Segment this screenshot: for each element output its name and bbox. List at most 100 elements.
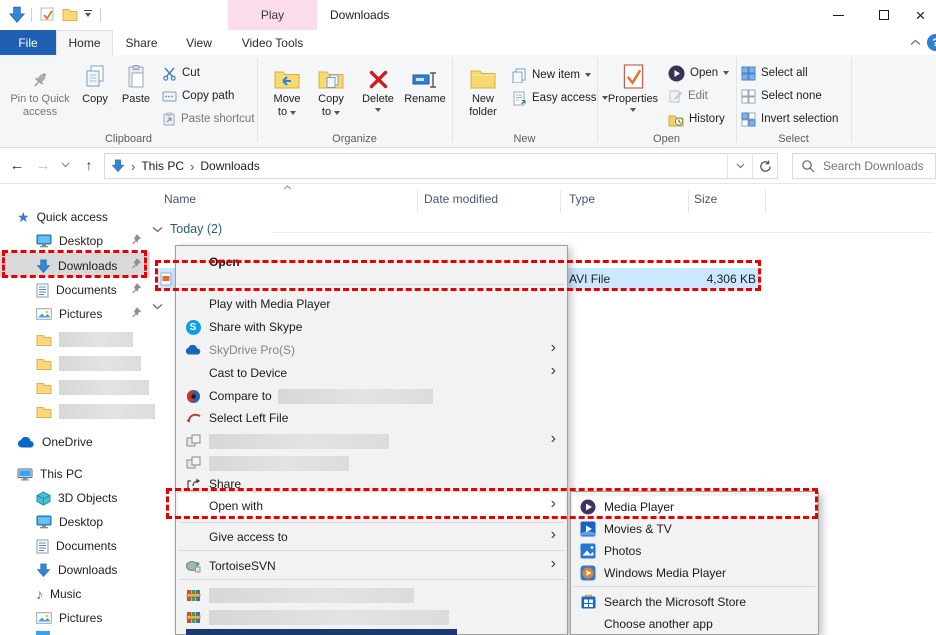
submenu-item-choose-another-app[interactable]: Choose another app [573,613,816,634]
history-icon [668,112,684,127]
open-button[interactable]: Open [668,63,730,83]
qat-customize-button[interactable] [84,10,92,18]
column-header-type[interactable]: Type [569,192,595,206]
sidebar-item-pictures[interactable]: Pictures [36,303,102,325]
menu-item-give-access-to[interactable]: Give access to › [178,526,565,548]
sidebar-item-pc-documents[interactable]: Documents [36,535,117,557]
address-dropdown-chevron-icon[interactable] [727,154,752,178]
column-header-size[interactable]: Size [694,192,717,206]
select-none-button[interactable]: Select none [741,86,822,106]
refresh-icon[interactable] [752,154,777,178]
paste-button[interactable]: Paste [116,60,156,106]
menu-item-redacted[interactable] [178,584,565,606]
sidebar-item-redacted[interactable] [36,328,133,350]
new-item-button[interactable]: New item [512,65,591,85]
cut-button[interactable]: Cut [162,63,200,83]
back-button[interactable]: ← [4,152,30,178]
submenu-item-photos[interactable]: Photos [573,540,816,561]
menu-item-skydrive-pro[interactable]: SkyDrive Pro(S) › [178,339,565,361]
sidebar-item-pc-desktop[interactable]: Desktop [36,511,103,533]
group-header-today[interactable]: Today (2) [170,222,222,236]
copy-path-button[interactable]: Copy path [162,86,234,106]
menu-item-share-with-skype[interactable]: S Share with Skype [178,316,565,338]
easy-access-button[interactable]: Easy access [512,88,608,108]
column-header-name[interactable]: Name [164,192,196,206]
group-label-select: Select [778,133,809,145]
menu-item-open[interactable]: Open [178,251,565,273]
sidebar-item-quick-access[interactable]: ★ Quick access [17,206,108,228]
menu-item-cast-to-device[interactable]: Cast to Device › [178,362,565,384]
submenu-item-media-player[interactable]: Media Player [573,496,816,517]
rename-icon [412,60,439,90]
up-button[interactable]: ↑ [76,152,102,178]
submenu-item-windows-media-player[interactable]: Windows Media Player [573,562,816,583]
menu-item-select-left-file[interactable]: Select Left File [178,407,565,429]
paste-shortcut-button[interactable]: Paste shortcut [162,109,255,129]
breadcrumb-this-pc[interactable]: This PC [141,159,184,173]
sidebar-item-redacted[interactable] [36,400,155,422]
menu-item-compare-to[interactable]: Compare to [178,385,565,407]
properties-button[interactable]: Properties [604,60,662,113]
maximize-button[interactable] [862,0,906,30]
copy-button[interactable]: Copy [76,60,114,106]
column-header-date-modified[interactable]: Date modified [424,192,498,206]
column-separator[interactable] [765,190,766,213]
column-separator[interactable] [417,190,418,213]
minimize-button[interactable] [816,0,860,30]
recent-locations-chevron-icon[interactable] [56,152,74,178]
collapse-ribbon-chevron-icon[interactable] [910,39,921,46]
history-button[interactable]: History [668,109,725,129]
tab-home[interactable]: Home [56,30,113,55]
sidebar-item-desktop[interactable]: Desktop [36,230,103,252]
copy-to-button[interactable]: Copy to [310,60,352,119]
menu-item-redacted[interactable] [178,452,565,474]
sidebar-item-pc-downloads[interactable]: Downloads [36,559,117,581]
forward-button[interactable]: → [30,152,56,178]
tab-video-tools[interactable]: Video Tools [228,30,317,55]
submenu-item-movies-tv[interactable]: Movies & TV [573,518,816,539]
delete-button[interactable]: Delete [356,60,400,113]
close-button[interactable]: × [905,0,936,30]
search-box[interactable] [792,153,936,179]
new-folder-button[interactable]: New folder [460,60,506,119]
qat-newfolder-button[interactable] [62,7,78,21]
sidebar-item-this-pc[interactable]: This PC [17,463,83,485]
search-input[interactable] [823,159,923,173]
group-collapse-chevron-icon[interactable] [152,226,163,233]
tab-file[interactable]: File [0,30,56,55]
rename-button[interactable]: Rename [400,60,450,106]
group-collapse-chevron-icon[interactable] [152,303,163,310]
delete-caret-icon [375,108,381,113]
qat-properties-button[interactable] [40,7,55,22]
open-caret-icon [723,71,730,75]
breadcrumb-downloads[interactable]: Downloads [200,159,259,173]
address-box[interactable]: › This PC › Downloads [104,153,778,179]
column-separator[interactable] [688,190,689,213]
tab-share[interactable]: Share [113,30,170,55]
sidebar-item-onedrive[interactable]: OneDrive [17,431,93,453]
submenu-item-search-microsoft-store[interactable]: Search the Microsoft Store [573,591,816,612]
properties-caret-icon [630,108,636,113]
edit-button[interactable]: Edit [668,86,708,106]
tab-view[interactable]: View [170,30,228,55]
invert-selection-button[interactable]: Invert selection [741,109,838,129]
sidebar-item-documents[interactable]: Documents [36,279,117,301]
select-all-button[interactable]: Select all [741,63,808,83]
menu-item-tortoisesvn[interactable]: TortoiseSVN › [178,555,565,577]
move-to-caret-icon [290,110,297,115]
sidebar-item-pc-pictures[interactable]: Pictures [36,607,102,629]
music-note-icon: ♪ [36,586,43,602]
move-to-button[interactable]: Move to [266,60,308,119]
sidebar-item-redacted[interactable] [36,352,141,374]
menu-item-play-with-media-player[interactable]: Play with Media Player [178,293,565,315]
sidebar-item-downloads[interactable]: Downloads [36,255,117,277]
help-icon[interactable]: ? [927,34,936,51]
column-separator[interactable] [560,190,561,213]
sidebar-item-3d-objects[interactable]: 3D Objects [36,487,117,509]
menu-item-redacted[interactable] [178,606,565,628]
menu-item-open-with[interactable]: Open with › [178,493,565,519]
sidebar-item-redacted[interactable] [36,376,149,398]
menu-item-redacted[interactable]: › [178,430,565,452]
sidebar-item-pc-music[interactable]: ♪ Music [36,583,81,605]
pin-to-quick-access-button[interactable]: Pin to Quick access [8,60,72,119]
